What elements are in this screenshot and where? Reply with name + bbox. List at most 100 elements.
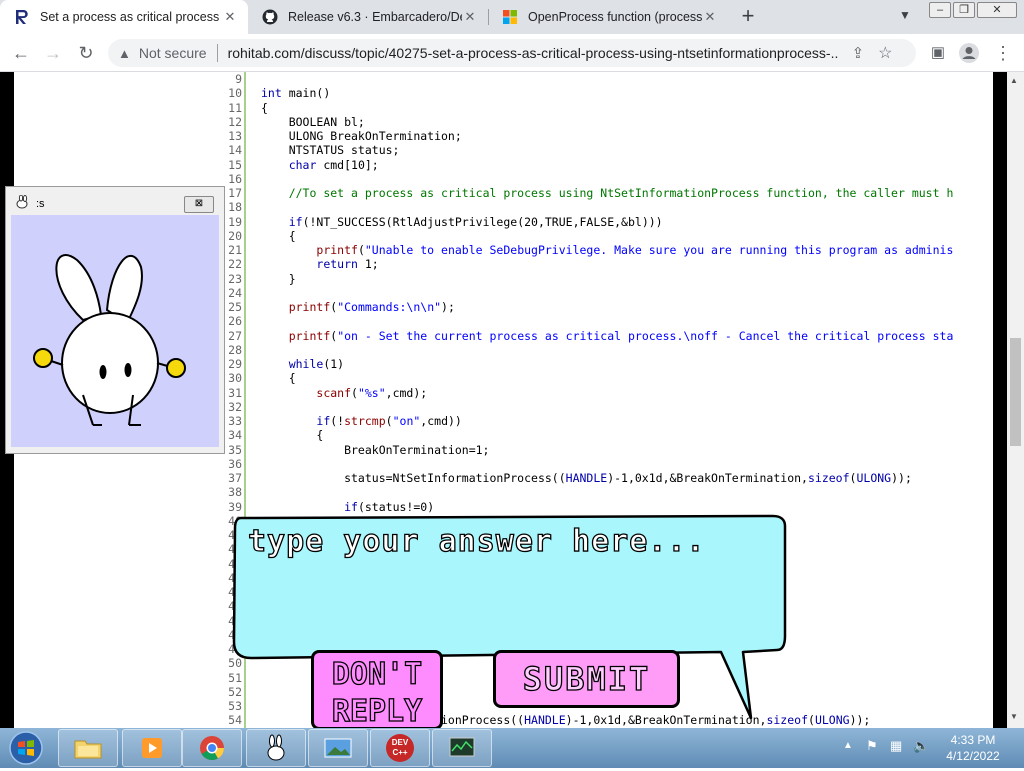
tab-title: Set a process as critical process u — [40, 10, 222, 24]
network-icon[interactable]: ▦ — [890, 738, 902, 754]
url-text[interactable]: rohitab.com/discuss/topic/40275-set-a-pr… — [228, 45, 838, 61]
tab-title: OpenProcess function (processth — [528, 10, 702, 24]
github-icon — [262, 9, 278, 25]
code-line: printf("on - Set the current process as … — [288, 328, 954, 343]
tab-search-chevron-icon[interactable]: ▼ — [896, 8, 914, 26]
pet-window-close-button[interactable]: ⊠ — [184, 196, 214, 213]
chrome-icon — [200, 736, 224, 761]
code-line: int main() — [261, 86, 331, 101]
code-line: NTSTATUS status; — [261, 143, 400, 158]
code-line: ​ — [261, 314, 953, 328]
clock-time: 4:33 PM — [950, 733, 996, 747]
line-number: 9 — [235, 72, 242, 86]
code-line: while(1) — [288, 357, 345, 371]
tab-close-icon[interactable]: ✕ — [462, 9, 478, 25]
page-margin-right — [993, 72, 1007, 728]
task-manager-icon — [449, 737, 475, 757]
code-line: BreakOnTermination=1; — [261, 442, 490, 457]
tab-close-icon[interactable]: ✕ — [702, 9, 718, 25]
taskbar-explorer[interactable] — [58, 729, 118, 767]
code-line: { — [261, 228, 296, 243]
line-number: 37 — [228, 471, 242, 485]
page-scrollbar[interactable]: ▲ ▼ — [1007, 72, 1024, 728]
taskbar-devcpp[interactable]: DEV C++ — [370, 729, 430, 767]
show-hidden-icons-chevron-icon[interactable]: ▲ — [843, 740, 853, 751]
media-player-icon — [142, 738, 162, 758]
start-button[interactable] — [6, 730, 46, 766]
scroll-down-arrow-icon[interactable]: ▼ — [1010, 712, 1018, 721]
menu-kebab-icon[interactable]: ⋮ — [992, 42, 1014, 64]
windows-logo-icon — [9, 731, 43, 765]
bookmark-star-icon[interactable]: ☆ — [878, 43, 892, 63]
line-number: 36 — [228, 456, 242, 471]
dont-reply-button[interactable]: DON'T REPLY — [311, 650, 443, 730]
tab-rohitab[interactable]: Set a process as critical process u ✕ — [0, 0, 248, 34]
code-line: ULONG BreakOnTermination; — [261, 129, 462, 143]
code-line: ​ — [261, 485, 953, 499]
security-label: Not secure — [138, 45, 207, 61]
code-line: BOOLEAN bl; — [261, 114, 365, 129]
line-number: 38 — [228, 485, 242, 500]
tab-title: Release v6.3 · Embarcadero/Dev- — [288, 10, 462, 24]
line-number: 10 — [228, 86, 242, 101]
system-clock[interactable]: 4:33 PM 4/12/2022 — [932, 732, 1014, 764]
answer-input[interactable]: type your answer here... — [247, 523, 705, 559]
code-line: ​ — [261, 457, 953, 471]
new-tab-button[interactable]: + — [736, 4, 760, 28]
minimize-button[interactable]: – — [929, 2, 951, 18]
code-line: return 1; — [316, 257, 379, 272]
bunny-character-icon[interactable] — [11, 215, 219, 447]
tab-github[interactable]: Release v6.3 · Embarcadero/Dev- ✕ — [248, 0, 488, 34]
code-line: char cmd[10]; — [288, 157, 379, 172]
code-line: ​ — [261, 172, 953, 186]
code-line: ​ — [261, 200, 953, 214]
side-panel-icon[interactable]: ▣ — [927, 42, 949, 64]
volume-icon[interactable]: 🔈 — [913, 738, 929, 754]
submit-button[interactable]: SUBMIT — [493, 650, 680, 708]
code-line: scanf("%s",cmd); — [316, 385, 428, 400]
dont-reply-label-line2: REPLY — [331, 694, 423, 729]
warning-icon[interactable]: ▲ — [118, 46, 131, 61]
line-number: 13 — [228, 129, 242, 143]
taskbar-image-viewer[interactable] — [308, 729, 368, 767]
restore-button[interactable]: ❐ — [953, 2, 975, 18]
pet-window-title: :s — [36, 198, 45, 210]
back-arrow-icon[interactable]: ← — [10, 42, 32, 64]
pet-canvas — [11, 215, 219, 447]
profile-avatar-icon[interactable] — [958, 42, 980, 64]
code-line: printf("Commands:\n\n"); — [288, 300, 455, 314]
share-icon[interactable]: ⇪ — [852, 44, 865, 62]
tab-microsoft[interactable]: OpenProcess function (processth ✕ — [488, 0, 728, 34]
browser-tab-strip: Set a process as critical process u ✕ Re… — [0, 0, 1024, 34]
omnibox-divider — [216, 44, 218, 62]
scrollbar-thumb[interactable] — [1010, 338, 1021, 446]
bunny-pet-window[interactable]: :s ⊠ — [5, 186, 225, 454]
code-line: //To set a process as critical process u… — [288, 186, 954, 200]
code-line: printf("Unable to enable SeDebugPrivileg… — [316, 243, 954, 257]
address-bar[interactable]: ▲ Not secure rohitab.com/discuss/topic/4… — [108, 39, 916, 67]
clock-date: 4/12/2022 — [946, 749, 1000, 763]
devcpp-icon: DEV C++ — [386, 734, 414, 762]
action-center-flag-icon[interactable]: ⚑ — [866, 738, 878, 754]
forward-arrow-icon[interactable]: → — [42, 42, 64, 64]
taskbar-chrome[interactable] — [182, 729, 242, 767]
tab-close-icon[interactable]: ✕ — [222, 9, 238, 25]
dont-reply-label-line1: DON'T — [331, 657, 423, 692]
browser-toolbar: ← → ↻ ▲ Not secure rohitab.com/discuss/t… — [0, 34, 1024, 72]
taskbar-task-manager[interactable] — [432, 729, 492, 767]
taskbar-bunny-app[interactable] — [246, 729, 306, 767]
reload-icon[interactable]: ↻ — [75, 42, 97, 64]
bunny-small-icon — [16, 194, 32, 212]
microsoft-icon — [502, 9, 518, 25]
folder-icon — [74, 740, 102, 759]
line-number: 14 — [228, 143, 242, 158]
code-line: ​ — [261, 286, 953, 300]
pet-window-titlebar[interactable]: :s ⊠ — [6, 187, 224, 215]
scroll-up-arrow-icon[interactable]: ▲ — [1010, 76, 1018, 85]
code-line: } — [261, 271, 296, 286]
taskbar-media-player[interactable] — [122, 729, 182, 767]
close-window-button[interactable]: ✕ — [977, 2, 1017, 18]
rohitab-icon — [14, 9, 30, 25]
line-number: 12 — [228, 114, 242, 129]
code-line: ​ — [261, 343, 953, 357]
